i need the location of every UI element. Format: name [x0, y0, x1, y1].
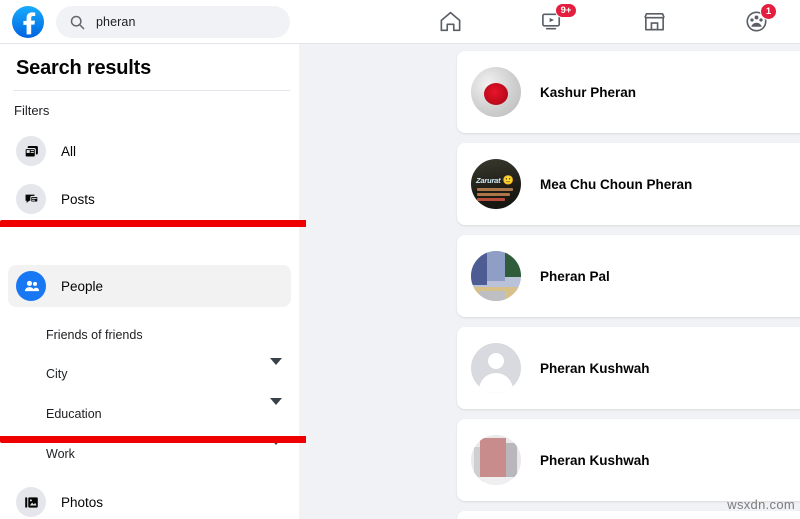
search-filters-sidebar: Search results Filters All Posts People …: [0, 44, 306, 519]
sidebar-item-photos[interactable]: Photos: [8, 481, 291, 519]
chevron-down-icon: [270, 358, 282, 382]
result-name: Mea Chu Choun Pheran: [540, 176, 693, 192]
avatar-line: [477, 188, 513, 191]
avatar-emoji: 🙂: [502, 175, 514, 185]
watch-badge: 9+: [555, 3, 577, 18]
page-title: Search results: [16, 57, 152, 79]
work-dropdown[interactable]: [270, 438, 282, 463]
result-name: Kashur Pheran: [540, 84, 637, 100]
avatar-shape: [487, 251, 505, 281]
result-card[interactable]: [457, 511, 800, 519]
nav-marketplace-button[interactable]: [626, 0, 682, 43]
avatar-line: [477, 193, 510, 196]
sidebar-item-label: Photos: [61, 494, 104, 510]
sidebar-item-label: People: [61, 278, 104, 294]
chevron-down-icon: [270, 398, 282, 422]
avatar: Zarurat 🙂: [471, 159, 521, 209]
posts-icon: [16, 184, 46, 214]
avatar-shape: [505, 251, 521, 277]
sidebar-scrollbar-thumb[interactable]: [299, 44, 306, 344]
filter-friends-of-friends[interactable]: Friends of friends: [46, 318, 299, 352]
filter-education[interactable]: Education: [46, 397, 290, 431]
sidebar-item-people[interactable]: People: [8, 265, 291, 307]
city-dropdown[interactable]: [270, 358, 282, 383]
education-dropdown[interactable]: [270, 398, 282, 423]
nav-watch-button[interactable]: 9+: [524, 0, 580, 43]
avatar-line: [477, 198, 505, 201]
top-navigation-bar: pheran 9+ 1: [0, 0, 800, 44]
search-input-value: pheran: [96, 15, 136, 29]
filter-label: Education: [46, 407, 102, 421]
facebook-logo-icon[interactable]: [12, 6, 44, 38]
nav-groups-button[interactable]: 1: [728, 0, 784, 43]
result-card[interactable]: Pheran Pal: [457, 235, 800, 317]
filters-heading: Filters: [14, 103, 50, 118]
avatar: [471, 435, 521, 485]
toggle-knob: [284, 337, 299, 352]
sidebar-divider: [13, 90, 290, 91]
filter-label: Work: [46, 447, 75, 461]
avatar-shape: [479, 291, 505, 301]
result-card[interactable]: Kashur Pheran: [457, 51, 800, 133]
sidebar-item-label: All: [61, 143, 77, 159]
result-name: Pheran Kushwah: [540, 360, 650, 376]
avatar-shape: [471, 477, 521, 485]
facebook-search-page: pheran 9+ 1 Search results Filters All P…: [0, 0, 800, 519]
result-name: Pheran Kushwah: [540, 452, 650, 468]
groups-badge: 1: [760, 3, 777, 20]
search-icon: [70, 15, 85, 29]
avatar-shape: [471, 251, 487, 285]
chevron-down-icon: [270, 438, 282, 462]
result-card[interactable]: Pheran Kushwah: [457, 419, 800, 501]
sidebar-scrollbar[interactable]: [299, 44, 306, 519]
sidebar-item-posts[interactable]: Posts: [8, 178, 291, 220]
avatar: [471, 251, 521, 301]
marketplace-icon: [643, 12, 665, 31]
search-input[interactable]: pheran: [56, 6, 290, 38]
avatar-shape: [480, 438, 506, 482]
photos-icon: [16, 487, 46, 517]
result-card[interactable]: Pheran Kushwah: [457, 327, 800, 409]
sidebar-item-all[interactable]: All: [8, 130, 291, 172]
filter-label: City: [46, 367, 68, 381]
people-icon: [16, 271, 46, 301]
avatar-text: Zarurat: [476, 176, 501, 185]
filter-work[interactable]: Work: [46, 437, 290, 471]
result-name: Pheran Pal: [540, 268, 610, 284]
result-card[interactable]: Zarurat 🙂 Mea Chu Choun Pheran: [457, 143, 800, 225]
nav-home-button[interactable]: [422, 0, 478, 43]
sidebar-item-label: Posts: [61, 191, 95, 207]
filter-city[interactable]: City: [46, 357, 290, 391]
filter-label: Friends of friends: [46, 328, 143, 342]
avatar: [471, 67, 521, 117]
avatar-head: [488, 353, 504, 369]
avatar: [471, 343, 521, 393]
watermark: wsxdn.com: [727, 497, 795, 512]
search-results-list: Kashur Pheran Zarurat 🙂 Mea Chu Choun Ph…: [306, 44, 800, 519]
all-icon: [16, 136, 46, 166]
avatar-body: [479, 373, 513, 393]
nav-icon-group: 9+ 1: [410, 0, 800, 43]
home-icon: [440, 11, 460, 32]
